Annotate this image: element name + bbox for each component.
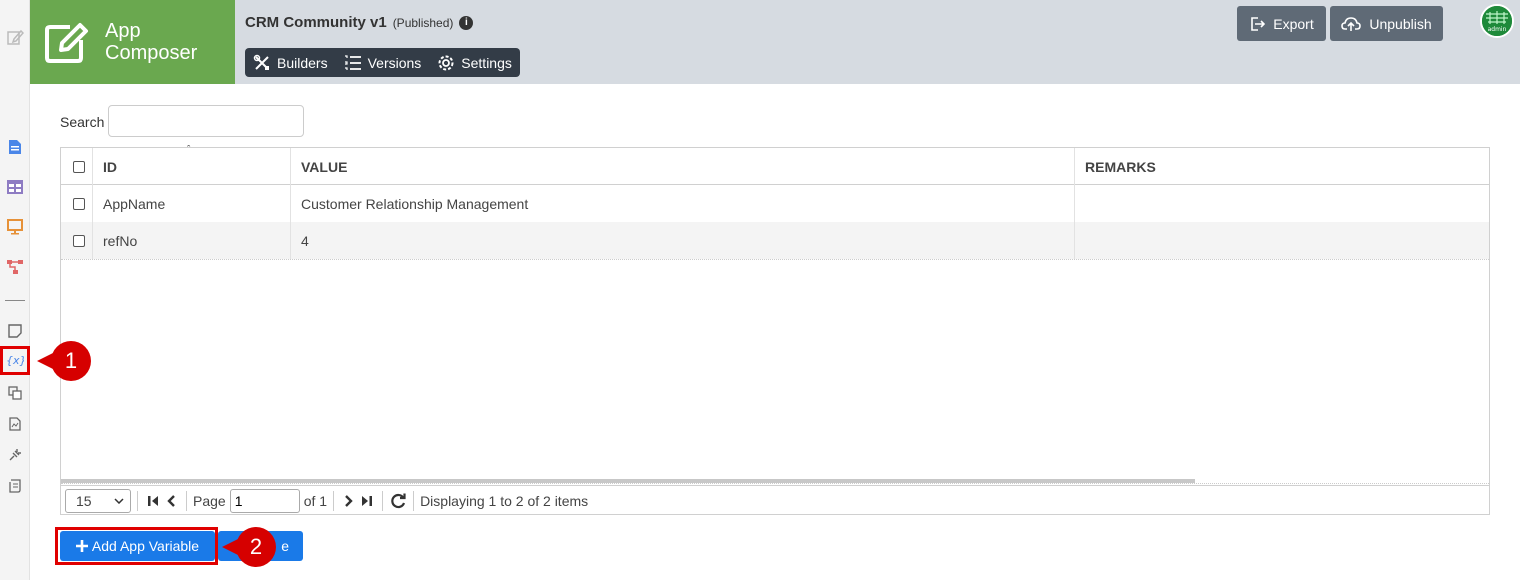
delete-label: e bbox=[281, 538, 289, 554]
tab-versions-label: Versions bbox=[367, 54, 422, 71]
column-header-remarks[interactable]: REMARKS bbox=[1075, 148, 1489, 185]
gear-icon bbox=[438, 55, 454, 70]
note-icon[interactable] bbox=[6, 322, 24, 340]
unpublish-button[interactable]: Unpublish bbox=[1330, 6, 1443, 41]
horizontal-scrollbar[interactable] bbox=[61, 479, 1195, 483]
resource-icon[interactable] bbox=[6, 415, 24, 433]
step-callout-1: 1 bbox=[37, 341, 91, 381]
cell-id: AppName bbox=[93, 185, 291, 222]
app-title: CRM Community v1 (Published) i bbox=[245, 14, 474, 31]
column-header-id[interactable]: ID ˆ bbox=[93, 144, 291, 185]
next-page-icon[interactable] bbox=[340, 491, 358, 511]
pager-separator bbox=[413, 490, 415, 511]
script-icon[interactable] bbox=[6, 477, 24, 495]
row-checkbox[interactable] bbox=[73, 197, 85, 210]
admin-avatar-icon: admin bbox=[1482, 6, 1512, 36]
cloud-upload-icon bbox=[1341, 16, 1362, 31]
tab-versions[interactable]: Versions bbox=[344, 54, 422, 72]
app-name: CRM Community v1 bbox=[245, 14, 387, 31]
pager-separator bbox=[186, 490, 187, 511]
page-number-input[interactable] bbox=[229, 488, 300, 513]
tools-icon bbox=[253, 54, 269, 70]
info-icon[interactable]: i bbox=[459, 15, 474, 30]
composer-edit-icon bbox=[45, 23, 88, 63]
edit-icon[interactable] bbox=[6, 28, 24, 46]
search-input[interactable] bbox=[108, 105, 304, 137]
export-icon bbox=[1251, 16, 1266, 31]
tab-settings-label: Settings bbox=[461, 54, 512, 71]
export-button[interactable]: Export bbox=[1237, 6, 1326, 41]
tab-builders-label: Builders bbox=[277, 54, 328, 71]
chevron-down-icon bbox=[114, 497, 124, 504]
refresh-icon[interactable] bbox=[389, 491, 407, 511]
logo-line-2: Composer bbox=[105, 42, 198, 64]
table-header-row: ID ˆ VALUE REMARKS bbox=[61, 144, 1489, 185]
cell-id: refNo bbox=[93, 222, 291, 259]
pager-separator bbox=[333, 490, 335, 511]
sort-asc-icon: ˆ bbox=[187, 144, 190, 154]
column-header-value[interactable]: VALUE bbox=[291, 148, 1075, 185]
process-builder-icon[interactable] bbox=[6, 258, 24, 276]
page-size-value: 15 bbox=[76, 492, 92, 509]
page-label: Page bbox=[193, 492, 226, 509]
avatar-label: admin bbox=[1488, 26, 1507, 33]
pager-status: Displaying 1 to 2 of 2 items bbox=[420, 492, 589, 509]
pagination-bar: 15 Page of 1 Displaying 1 to 2 of 2 item… bbox=[61, 485, 1489, 515]
column-header-remarks-label: REMARKS bbox=[1085, 158, 1156, 175]
row-checkbox[interactable] bbox=[73, 234, 85, 247]
row-checkbox-cell bbox=[61, 222, 93, 259]
prev-page-icon[interactable] bbox=[162, 491, 180, 511]
unpublish-label: Unpublish bbox=[1369, 15, 1432, 32]
table-row[interactable]: refNo 4 bbox=[61, 222, 1489, 259]
translate-icon[interactable] bbox=[6, 384, 24, 402]
page-size-select[interactable]: 15 bbox=[65, 488, 131, 513]
builder-tabs: Builders Versions Settings bbox=[245, 48, 520, 77]
app-variable-highlight bbox=[0, 346, 30, 375]
callout-number: 2 bbox=[236, 527, 276, 567]
column-header-value-label: VALUE bbox=[301, 158, 348, 175]
select-all-checkbox[interactable] bbox=[73, 160, 85, 173]
row-checkbox-cell bbox=[61, 185, 93, 222]
avatar[interactable]: admin bbox=[1480, 4, 1514, 38]
top-header: App Composer CRM Community v1 (Published… bbox=[30, 0, 1520, 84]
add-variable-highlight bbox=[55, 527, 218, 565]
table-empty-area bbox=[61, 259, 1489, 484]
callout-number: 1 bbox=[51, 341, 91, 381]
form-builder-icon[interactable] bbox=[6, 138, 24, 156]
left-sidebar: {x} bbox=[0, 0, 30, 580]
tab-builders[interactable]: Builders bbox=[253, 54, 328, 72]
cell-remarks bbox=[1075, 222, 1489, 259]
pager-separator bbox=[137, 490, 138, 511]
logo-line-1: App bbox=[105, 20, 141, 42]
page-count: of 1 bbox=[303, 492, 328, 509]
app-variables-table: ID ˆ VALUE REMARKS AppName Customer Rela… bbox=[60, 144, 1490, 515]
plugin-icon[interactable] bbox=[6, 446, 24, 464]
app-status: (Published) bbox=[392, 15, 454, 30]
userview-builder-icon[interactable] bbox=[6, 218, 24, 236]
step-callout-2: 2 bbox=[222, 527, 276, 567]
datalist-builder-icon[interactable] bbox=[6, 178, 24, 196]
select-all-cell bbox=[61, 148, 93, 185]
logo-text: App Composer bbox=[105, 20, 197, 64]
export-label: Export bbox=[1273, 15, 1314, 32]
pager-separator bbox=[382, 490, 384, 511]
search-label: Search bbox=[60, 114, 105, 130]
cell-remarks bbox=[1075, 185, 1489, 222]
cell-value: Customer Relationship Management bbox=[291, 185, 1075, 222]
cell-value: 4 bbox=[291, 222, 1075, 259]
tab-settings[interactable]: Settings bbox=[437, 54, 512, 72]
app-composer-logo[interactable]: App Composer bbox=[30, 0, 235, 84]
last-page-icon[interactable] bbox=[358, 491, 376, 511]
sidebar-divider bbox=[5, 300, 25, 301]
first-page-icon[interactable] bbox=[144, 491, 162, 511]
table-row[interactable]: AppName Customer Relationship Management bbox=[61, 185, 1489, 222]
list-icon bbox=[344, 54, 361, 70]
column-header-id-label: ID bbox=[103, 158, 117, 175]
